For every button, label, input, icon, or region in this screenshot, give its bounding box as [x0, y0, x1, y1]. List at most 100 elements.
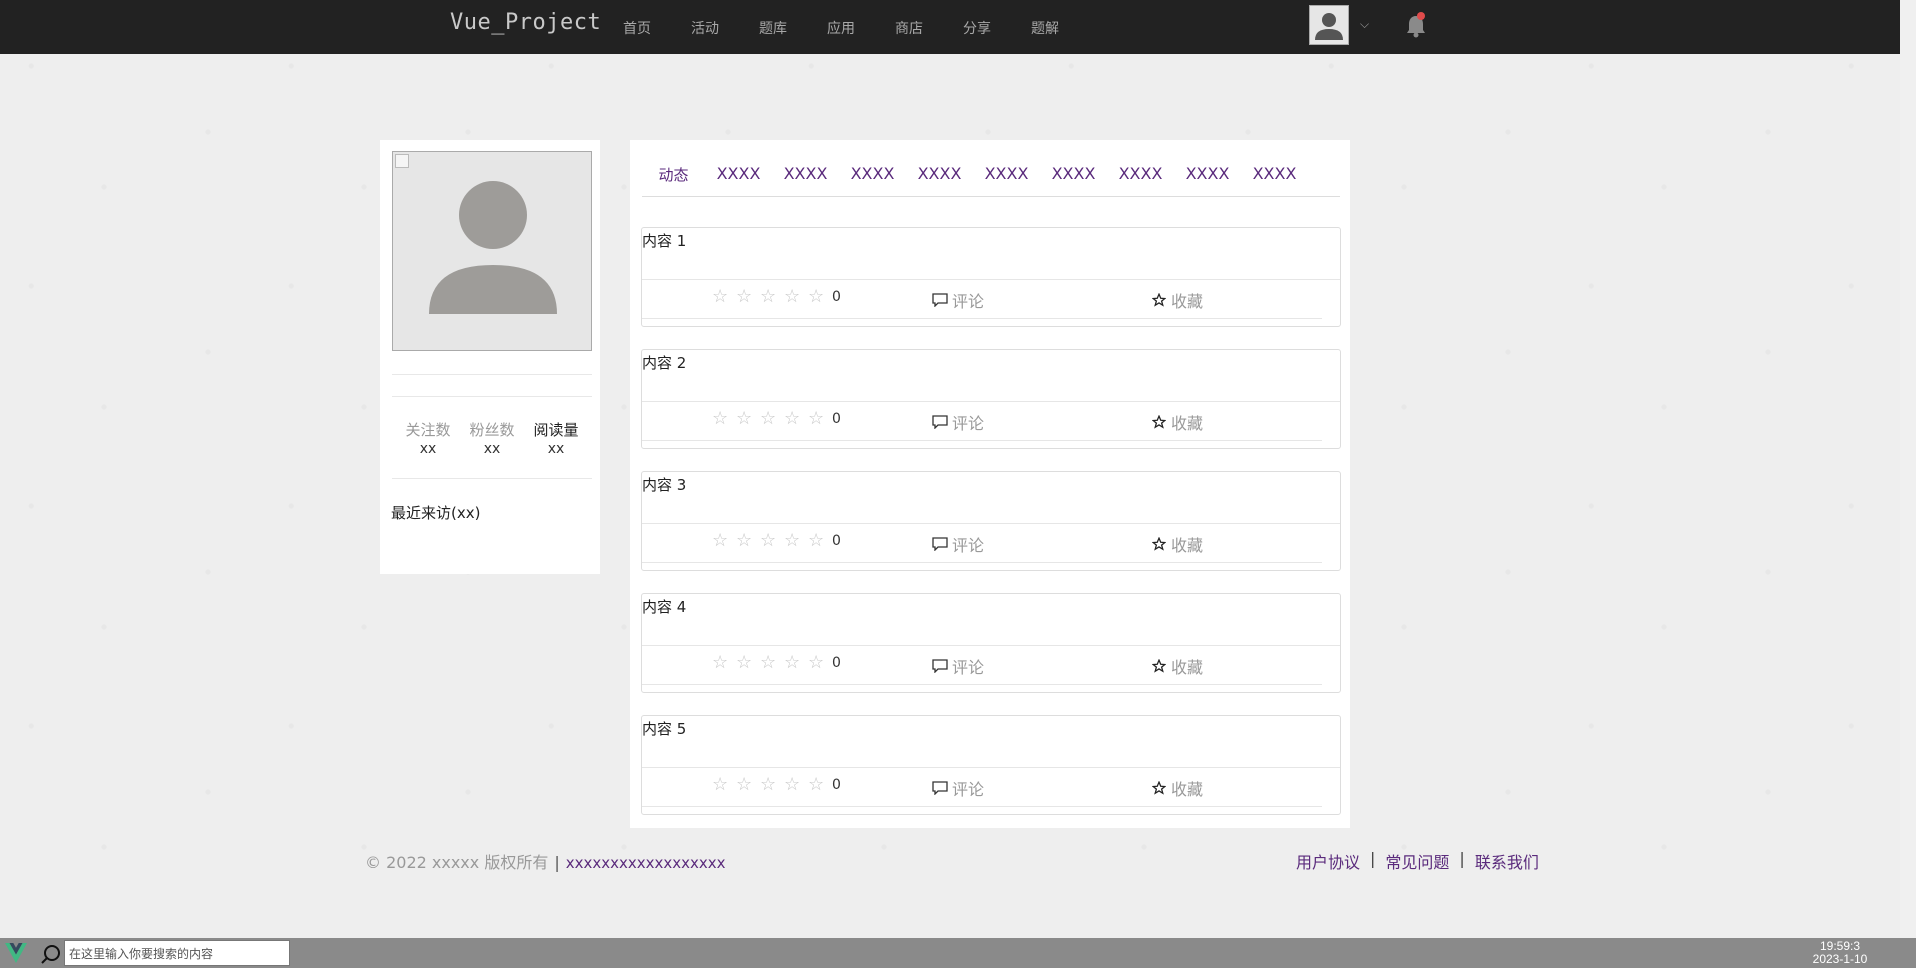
stat-following[interactable]: 关注数 xx — [397, 419, 459, 457]
star-rating[interactable]: ☆ ☆ ☆ ☆ ☆ 0 — [712, 409, 841, 429]
star-icon[interactable]: ☆ — [760, 287, 784, 307]
favorite-button[interactable]: 收藏 — [1152, 532, 1203, 556]
chevron-down-icon[interactable]: ⌵ — [1360, 17, 1369, 32]
post-card[interactable]: 内容 2 ☆ ☆ ☆ ☆ ☆ 0 评论 收藏 — [641, 349, 1341, 449]
system-clock[interactable]: 19:59:3 2023-1-10 — [1780, 940, 1900, 966]
star-icon[interactable]: ☆ — [736, 653, 760, 673]
comment-button[interactable]: 评论 — [932, 654, 984, 678]
stat-reads[interactable]: 阅读量 xx — [525, 419, 587, 457]
tab-item[interactable]: XXXX — [973, 164, 1040, 196]
post-card[interactable]: 内容 5 ☆ ☆ ☆ ☆ ☆ 0 评论 收藏 — [641, 715, 1341, 815]
separator: | — [1370, 849, 1376, 868]
divider — [392, 374, 592, 375]
star-icon[interactable]: ☆ — [760, 531, 784, 551]
divider — [642, 318, 1322, 319]
nav-link-solutions[interactable]: 题解 — [1031, 18, 1099, 38]
profile-card: 关注数 xx 粉丝数 xx 阅读量 xx 最近来访(xx) — [380, 140, 600, 574]
star-icon[interactable]: ☆ — [784, 531, 808, 551]
post-title[interactable]: 内容 4 — [642, 596, 686, 617]
star-rating[interactable]: ☆ ☆ ☆ ☆ ☆ 0 — [712, 775, 841, 795]
brand-logo[interactable]: Vue_Project — [450, 10, 601, 35]
star-icon[interactable]: ☆ — [760, 409, 784, 429]
star-rating[interactable]: ☆ ☆ ☆ ☆ ☆ 0 — [712, 531, 841, 551]
star-icon[interactable]: ☆ — [736, 287, 760, 307]
star-icon[interactable]: ☆ — [712, 653, 736, 673]
favorite-button[interactable]: 收藏 — [1152, 288, 1203, 312]
star-icon[interactable]: ☆ — [808, 409, 832, 429]
star-rating[interactable]: ☆ ☆ ☆ ☆ ☆ 0 — [712, 287, 841, 307]
vue-logo-icon[interactable] — [4, 942, 28, 964]
tab-item[interactable]: XXXX — [1040, 164, 1107, 196]
footer-link-user-agreement[interactable]: 用户协议 — [1296, 849, 1360, 873]
star-icon[interactable]: ☆ — [808, 531, 832, 551]
tab-item[interactable]: XXXX — [1174, 164, 1241, 196]
favorite-button[interactable]: 收藏 — [1152, 410, 1203, 434]
star-icon[interactable]: ☆ — [736, 531, 760, 551]
star-icon[interactable]: ☆ — [760, 775, 784, 795]
star-icon[interactable]: ☆ — [712, 287, 736, 307]
search-input[interactable]: 在这里输入你要搜索的内容 — [64, 940, 290, 966]
star-outline-icon — [1152, 537, 1166, 551]
star-icon[interactable]: ☆ — [712, 531, 736, 551]
nav-link-question-bank[interactable]: 题库 — [759, 18, 827, 38]
divider — [642, 645, 1340, 646]
star-outline-icon — [1152, 293, 1166, 307]
comment-button[interactable]: 评论 — [932, 288, 984, 312]
stat-followers[interactable]: 粉丝数 xx — [461, 419, 523, 457]
person-silhouette-icon — [429, 181, 557, 314]
post-title[interactable]: 内容 3 — [642, 474, 686, 495]
comment-button[interactable]: 评论 — [932, 776, 984, 800]
footer-link-contact[interactable]: 联系我们 — [1475, 849, 1539, 873]
nav-link-store[interactable]: 商店 — [895, 18, 963, 38]
rating-value: 0 — [832, 655, 841, 671]
star-icon[interactable]: ☆ — [760, 653, 784, 673]
tab-item[interactable]: XXXX — [1241, 164, 1308, 196]
tab-item[interactable]: XXXX — [839, 164, 906, 196]
user-avatar[interactable] — [1309, 5, 1349, 45]
favorite-button[interactable]: 收藏 — [1152, 654, 1203, 678]
footer-link-faq[interactable]: 常见问题 — [1385, 849, 1449, 873]
tab-activity[interactable]: 动态 — [642, 164, 705, 196]
footer-site-link[interactable]: xxxxxxxxxxxxxxxxxx — [566, 854, 726, 872]
comment-button[interactable]: 评论 — [932, 532, 984, 556]
star-icon[interactable]: ☆ — [736, 775, 760, 795]
favorite-label: 收藏 — [1171, 292, 1204, 311]
post-title[interactable]: 内容 1 — [642, 230, 686, 251]
star-icon[interactable]: ☆ — [712, 775, 736, 795]
tab-item[interactable]: XXXX — [705, 164, 772, 196]
rating-value: 0 — [832, 411, 841, 427]
star-icon[interactable]: ☆ — [808, 775, 832, 795]
post-title[interactable]: 内容 5 — [642, 718, 686, 739]
nav-link-home[interactable]: 首页 — [623, 18, 691, 38]
post-title[interactable]: 内容 2 — [642, 352, 686, 373]
post-card[interactable]: 内容 4 ☆ ☆ ☆ ☆ ☆ 0 评论 收藏 — [641, 593, 1341, 693]
star-icon[interactable]: ☆ — [784, 287, 808, 307]
star-rating[interactable]: ☆ ☆ ☆ ☆ ☆ 0 — [712, 653, 841, 673]
profile-picture[interactable] — [392, 151, 592, 351]
page-scrollbar[interactable] — [1900, 0, 1916, 938]
search-icon[interactable] — [40, 943, 62, 965]
post-card[interactable]: 内容 3 ☆ ☆ ☆ ☆ ☆ 0 评论 收藏 — [641, 471, 1341, 571]
star-icon[interactable]: ☆ — [784, 409, 808, 429]
favorite-button[interactable]: 收藏 — [1152, 776, 1203, 800]
recent-visits[interactable]: 最近来访(xx) — [391, 502, 480, 523]
nav-link-activity[interactable]: 活动 — [691, 18, 759, 38]
broken-image-icon — [395, 154, 409, 168]
tab-item[interactable]: XXXX — [772, 164, 839, 196]
post-card[interactable]: 内容 1 ☆ ☆ ☆ ☆ ☆ 0 评论 收藏 — [641, 227, 1341, 327]
top-navbar: Vue_Project 首页 活动 题库 应用 商店 分享 题解 ⌵ — [0, 0, 1900, 54]
divider — [642, 767, 1340, 768]
divider — [642, 806, 1322, 807]
nav-link-share[interactable]: 分享 — [963, 18, 1031, 38]
tab-item[interactable]: XXXX — [906, 164, 973, 196]
star-icon[interactable]: ☆ — [808, 653, 832, 673]
star-icon[interactable]: ☆ — [712, 409, 736, 429]
star-icon[interactable]: ☆ — [784, 775, 808, 795]
comment-button[interactable]: 评论 — [932, 410, 984, 434]
star-icon[interactable]: ☆ — [736, 409, 760, 429]
star-icon[interactable]: ☆ — [808, 287, 832, 307]
tab-item[interactable]: XXXX — [1107, 164, 1174, 196]
nav-link-apps[interactable]: 应用 — [827, 18, 895, 38]
star-icon[interactable]: ☆ — [784, 653, 808, 673]
comment-icon — [932, 293, 948, 307]
